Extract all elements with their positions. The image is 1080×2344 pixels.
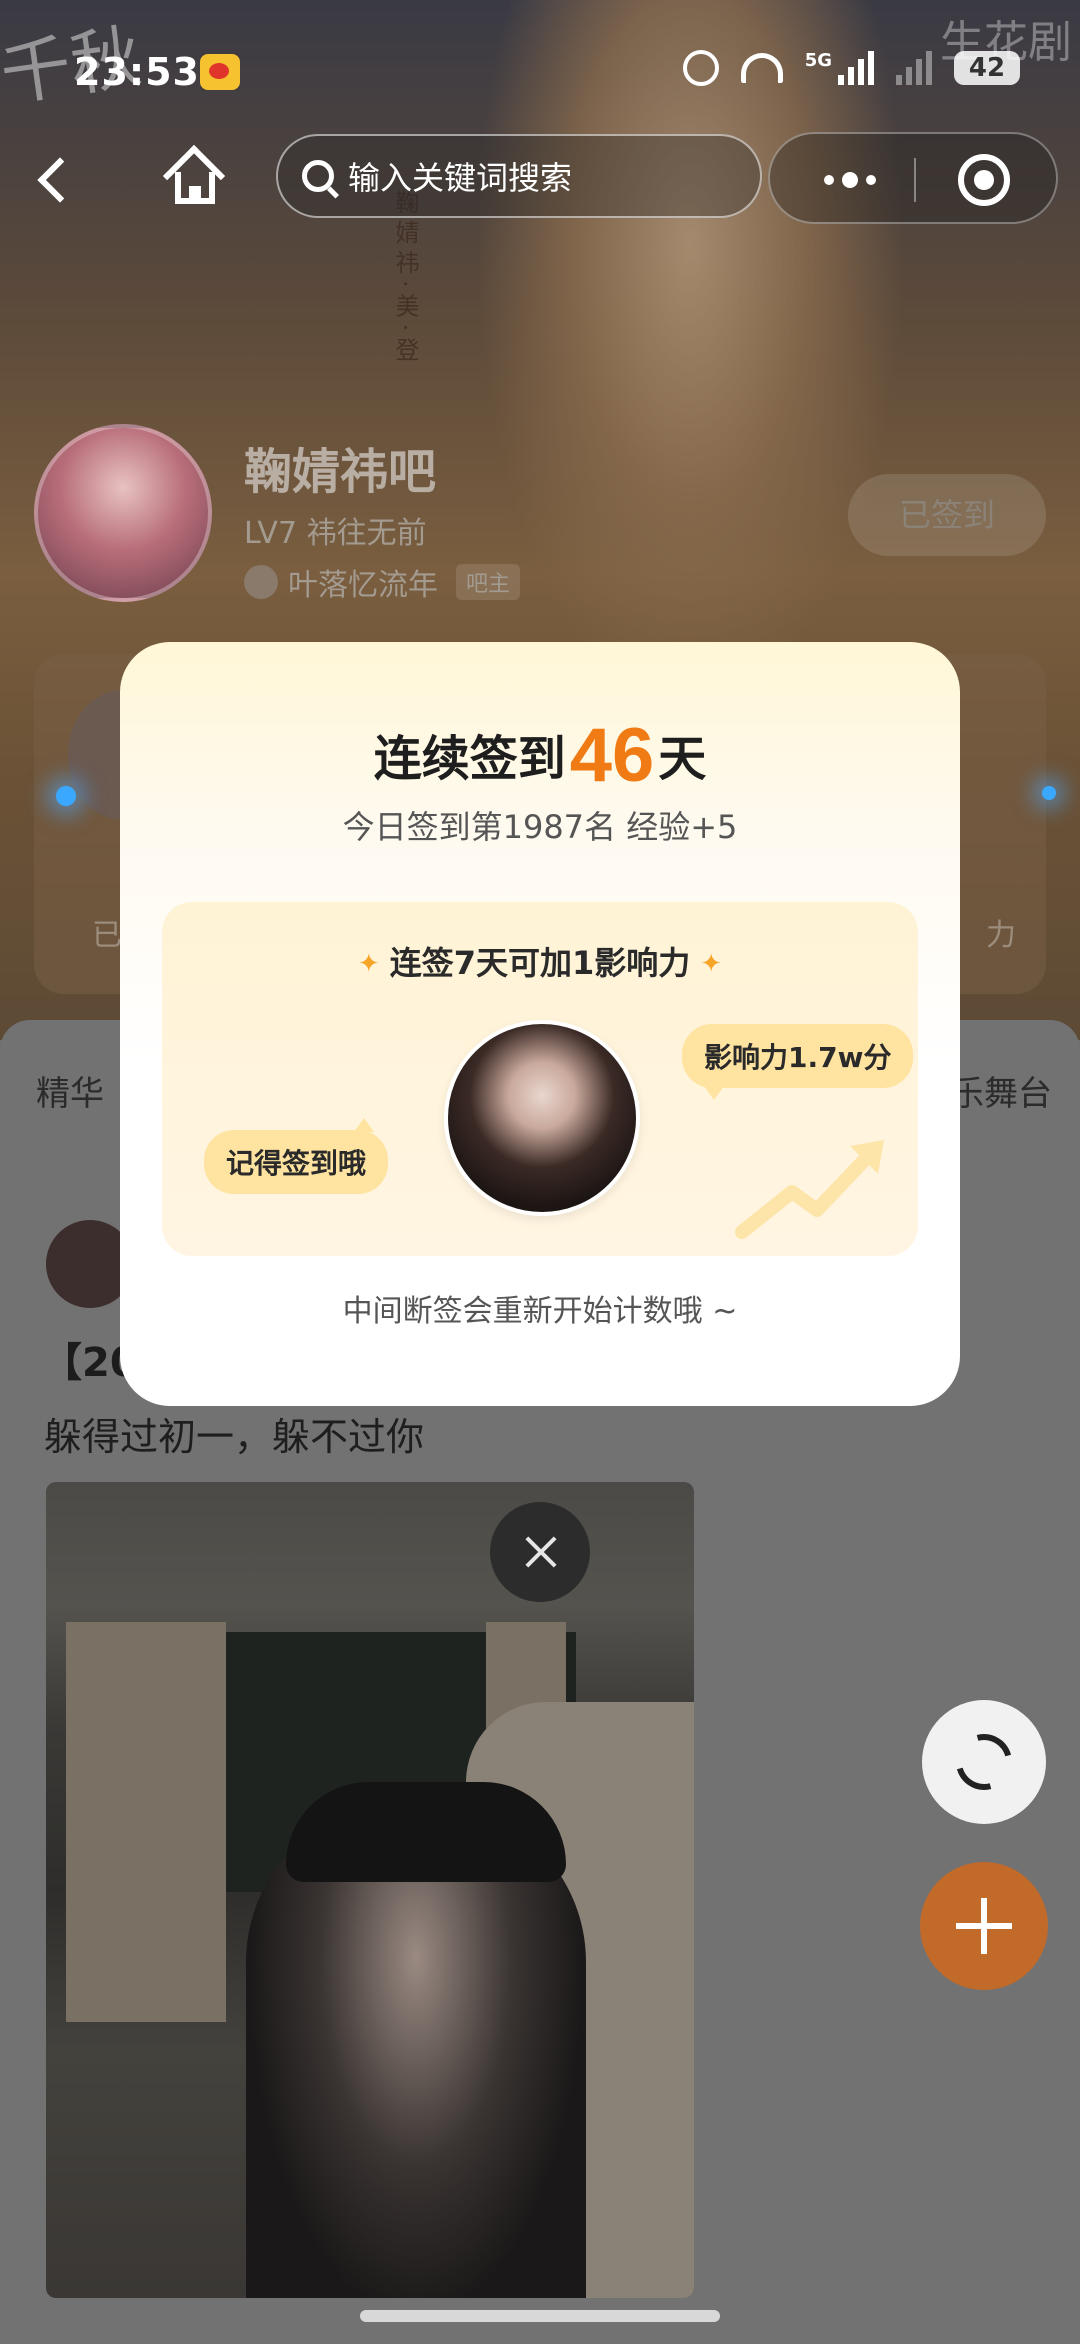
- influence-bubble: 影响力1.7w分: [682, 1024, 914, 1100]
- top-nav: 输入关键词搜索: [0, 130, 1080, 230]
- status-bar: 23:53 5G 42: [0, 40, 1080, 110]
- sparkle-decoration: [1042, 786, 1056, 800]
- reward-panel: ✦ 连签7天可加1影响力 ✦ 影响力1.7w分 记得签到哦: [162, 902, 918, 1256]
- reward-headline-text: 连签7天可加1影响力: [389, 944, 691, 982]
- home-icon[interactable]: [162, 144, 226, 208]
- sparkle-decoration: [56, 786, 76, 806]
- status-time: 23:53: [74, 50, 200, 94]
- title-prefix: 连续签到: [373, 731, 566, 787]
- modal-footer-note: 中间断签会重新开始计数哦 ~: [342, 1294, 738, 1329]
- modal-title: 连续签到46天: [120, 712, 960, 799]
- back-icon[interactable]: [36, 152, 76, 208]
- reward-headline: ✦ 连签7天可加1影响力 ✦: [162, 938, 918, 984]
- search-input[interactable]: 输入关键词搜索: [276, 134, 762, 218]
- owner-avatar: [244, 565, 278, 599]
- forum-name: 鞠婧祎吧: [244, 444, 437, 500]
- refresh-icon[interactable]: [922, 1700, 1046, 1824]
- modal-subtitle: 今日签到第1987名 经验+5: [342, 808, 738, 846]
- owner-name: 叶落忆流年: [288, 568, 438, 603]
- forum-avatar[interactable]: [34, 424, 212, 602]
- signal-secondary-icon: [896, 51, 932, 85]
- member-card-left-text: 已: [92, 918, 122, 953]
- forum-owner[interactable]: 叶落忆流年 吧主: [244, 560, 521, 604]
- more-icon[interactable]: [810, 154, 890, 206]
- search-icon: [302, 160, 334, 192]
- signed-button[interactable]: 已签到: [848, 474, 1046, 556]
- weibo-notification-icon: [200, 54, 240, 90]
- capsule-divider: [914, 158, 916, 202]
- add-icon[interactable]: [920, 1862, 1048, 1990]
- owner-badge: 吧主: [456, 564, 521, 600]
- post-image[interactable]: [46, 1482, 694, 2298]
- alarm-icon: [682, 50, 719, 86]
- network-type: 5G: [804, 50, 832, 71]
- miniapp-capsule: [768, 132, 1058, 224]
- wifi-icon: [740, 53, 783, 83]
- search-placeholder: 输入关键词搜索: [348, 159, 573, 197]
- streak-days: 46: [569, 713, 655, 798]
- checkin-modal: 连续签到46天 今日签到第1987名 经验+5 ✦ 连签7天可加1影响力 ✦ 影响力…: [120, 642, 960, 1406]
- close-icon[interactable]: [490, 1502, 590, 1602]
- user-avatar: [444, 1020, 640, 1216]
- tab-stage[interactable]: 乐舞台: [950, 1066, 1052, 1115]
- star-icon: ✦: [700, 949, 723, 979]
- forum-level: LV7 祎往无前: [244, 516, 427, 551]
- post-text[interactable]: 躲得过初一，躲不过你: [44, 1406, 424, 1461]
- battery-indicator: 42: [954, 51, 1020, 85]
- signal-icon: [838, 51, 874, 85]
- tab-featured[interactable]: 精华: [36, 1066, 104, 1115]
- trend-up-icon: [735, 1140, 884, 1239]
- home-indicator[interactable]: [360, 2310, 720, 2322]
- star-icon: ✦: [357, 949, 380, 979]
- title-suffix: 天: [658, 731, 707, 787]
- member-card-right-text: 力: [986, 918, 1016, 953]
- status-icons: 5G 42: [682, 50, 1020, 86]
- reminder-bubble: 记得签到哦: [204, 1118, 389, 1194]
- target-icon[interactable]: [958, 154, 1010, 206]
